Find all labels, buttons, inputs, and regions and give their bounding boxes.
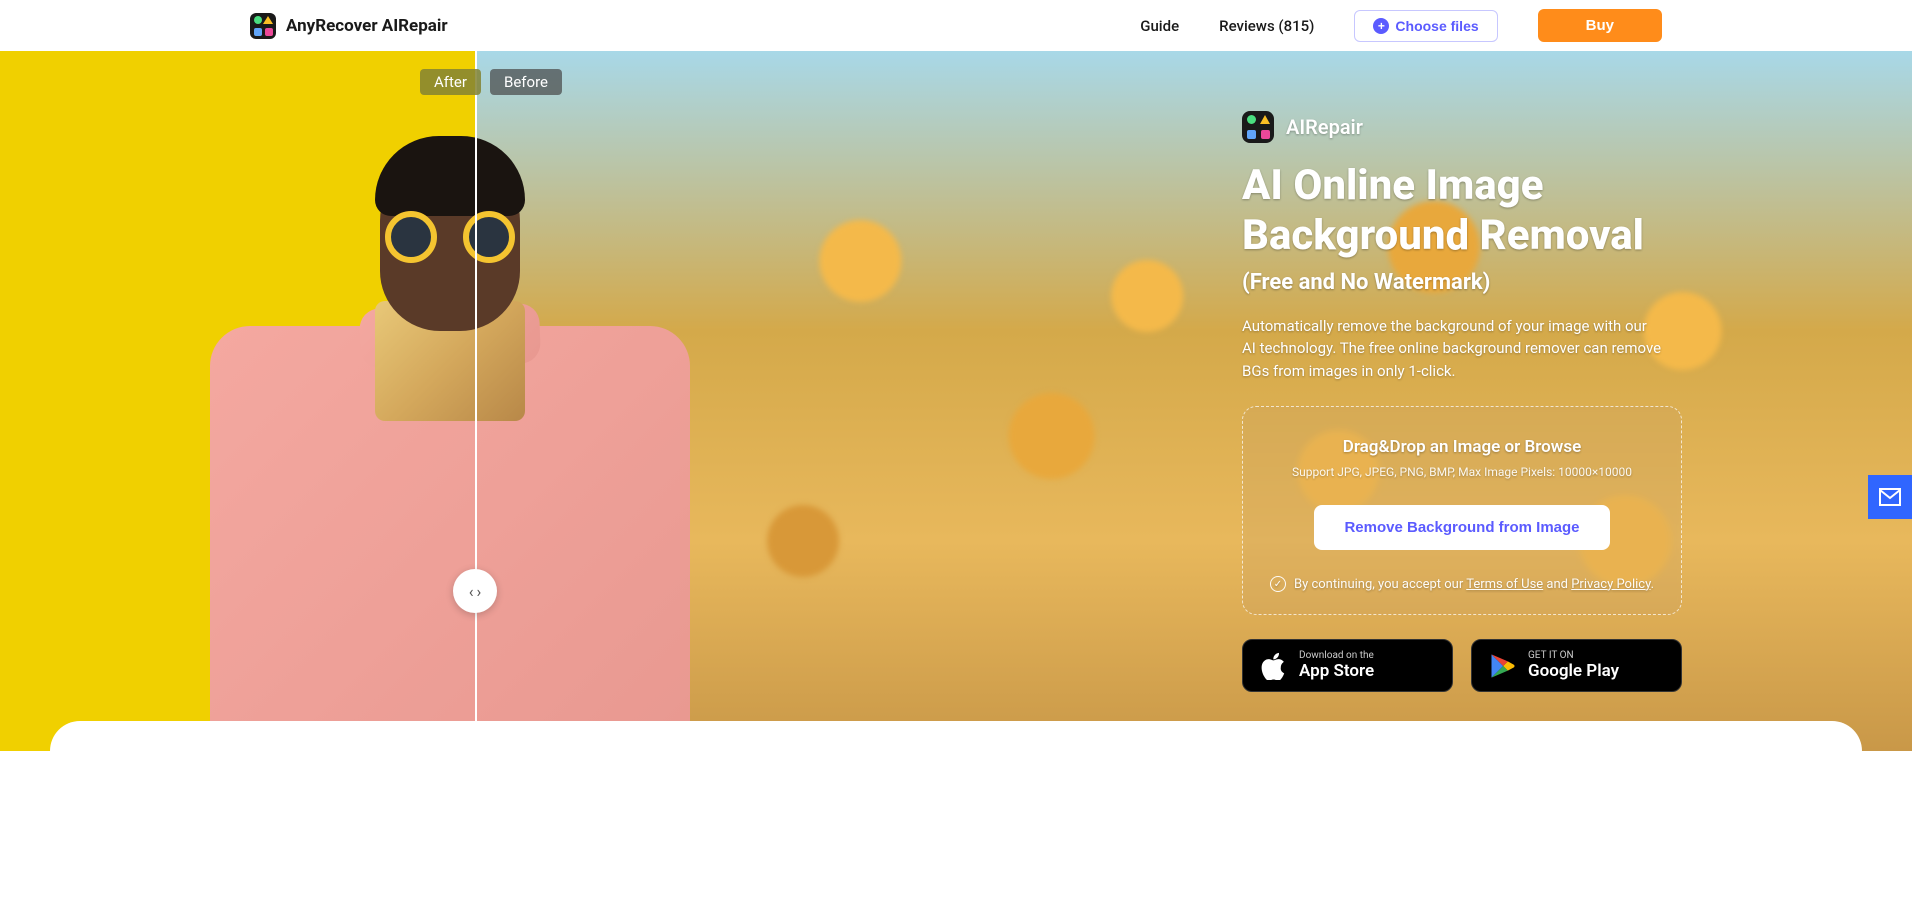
compare-slider-handle[interactable]: ‹ › [453, 569, 497, 613]
product-icon [1242, 111, 1274, 143]
google-play-button[interactable]: GET IT ON Google Play [1471, 639, 1682, 692]
compare-divider [475, 51, 477, 751]
app-store-button[interactable]: Download on the App Store [1242, 639, 1453, 692]
header-nav: Guide Reviews (815) + Choose files Buy [1140, 9, 1662, 42]
hero-section: ‹ › After Before AIRepair AI Online Imag… [0, 51, 1912, 751]
store-buttons: Download on the App Store GET IT ON Goog… [1242, 639, 1682, 692]
email-fab[interactable] [1868, 475, 1912, 519]
header: AnyRecover AIRepair Guide Reviews (815) … [0, 0, 1912, 51]
chevron-right-icon: › [477, 582, 482, 601]
app-store-small: Download on the [1299, 650, 1374, 661]
product-badge: AIRepair [1242, 111, 1682, 143]
page-subtitle: (Free and No Watermark) [1242, 270, 1682, 295]
nav-guide[interactable]: Guide [1140, 17, 1179, 35]
page-title: AI Online Image Background Removal [1242, 161, 1682, 262]
terms-row: ✓ By continuing, you accept our Terms of… [1263, 576, 1661, 592]
terms-prefix: By continuing, you accept our [1294, 577, 1466, 592]
choose-files-label: Choose files [1395, 18, 1478, 34]
terms-of-use-link[interactable]: Terms of Use [1466, 577, 1543, 592]
product-name: AIRepair [1286, 115, 1363, 139]
privacy-policy-link[interactable]: Privacy Policy [1571, 577, 1650, 592]
dropzone-support-text: Support JPG, JPEG, PNG, BMP, Max Image P… [1263, 465, 1661, 479]
after-image [0, 51, 475, 751]
app-store-big: App Store [1299, 661, 1374, 681]
choose-files-button[interactable]: + Choose files [1354, 10, 1497, 42]
brand-text: AnyRecover AIRepair [286, 16, 448, 36]
brand-logo[interactable]: AnyRecover AIRepair [250, 13, 448, 39]
apple-icon [1259, 652, 1287, 680]
dropzone-title: Drag&Drop an Image or Browse [1263, 437, 1661, 457]
google-play-icon [1488, 652, 1516, 680]
buy-button[interactable]: Buy [1538, 9, 1662, 42]
hero-content: AIRepair AI Online Image Background Remo… [1242, 111, 1682, 692]
terms-and: and [1546, 577, 1571, 592]
google-play-big: Google Play [1528, 661, 1619, 681]
chevron-left-icon: ‹ [469, 582, 474, 601]
remove-background-button[interactable]: Remove Background from Image [1314, 505, 1609, 550]
product-description: Automatically remove the background of y… [1242, 315, 1662, 383]
upload-dropzone[interactable]: Drag&Drop an Image or Browse Support JPG… [1242, 406, 1682, 615]
check-icon: ✓ [1270, 576, 1286, 592]
before-badge: Before [490, 69, 562, 95]
google-play-small: GET IT ON [1528, 650, 1619, 661]
email-icon [1878, 485, 1902, 509]
after-badge: After [420, 69, 481, 95]
nav-reviews[interactable]: Reviews (815) [1219, 17, 1314, 35]
brand-icon [250, 13, 276, 39]
bottom-panel-peek [50, 721, 1862, 751]
plus-icon: + [1373, 18, 1389, 34]
